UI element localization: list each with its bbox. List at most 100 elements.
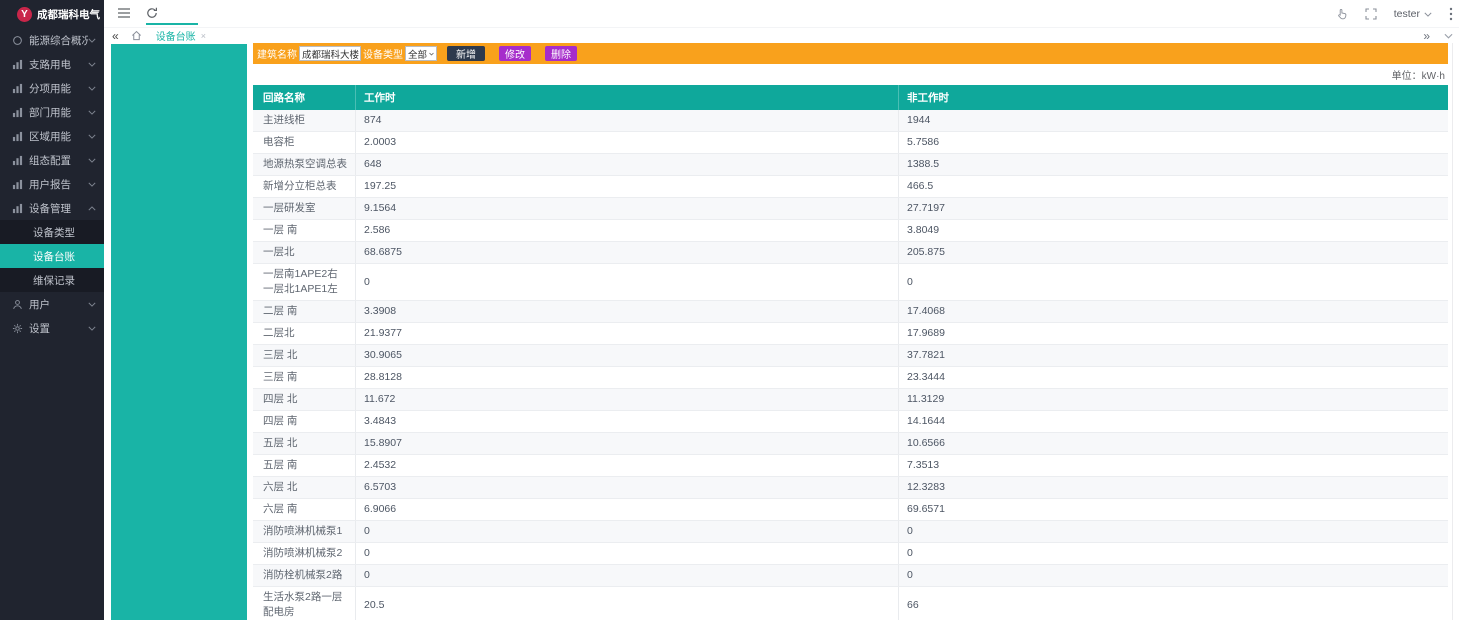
- table-row[interactable]: 二层 南 3.3908 17.4068: [253, 301, 1448, 323]
- cell-nonwork-hours: 69.6571: [898, 499, 1448, 520]
- table-row[interactable]: 二层北 21.9377 17.9689: [253, 323, 1448, 345]
- scroll-tabs-right-icon[interactable]: »: [1423, 31, 1430, 41]
- table-row[interactable]: 六层 南 6.9066 69.6571: [253, 499, 1448, 521]
- sidebar-item[interactable]: 区域用能: [0, 124, 104, 148]
- table-row[interactable]: 消防栓机械泵2路 0 0: [253, 565, 1448, 587]
- add-button[interactable]: 新增: [447, 46, 485, 61]
- sidebar-subitem-label: 设备类型: [33, 225, 75, 240]
- chevron-down-icon: [88, 158, 96, 163]
- chevron-down-icon: [88, 86, 96, 91]
- chart-icon: [12, 179, 23, 190]
- cell-nonwork-hours: 5.7586: [898, 132, 1448, 153]
- column-work-hours: 工作时: [355, 85, 898, 110]
- chevron-down-icon: [88, 326, 96, 331]
- sidebar-menu: 能源综合概况 支路用电 分项用能 部门用能 区域用能 组态配置 用户报告 设备管…: [0, 28, 104, 340]
- sidebar-subitem[interactable]: 设备类型: [0, 220, 104, 244]
- cell-nonwork-hours: 23.3444: [898, 367, 1448, 388]
- scroll-tabs-left-icon[interactable]: «: [112, 31, 119, 41]
- menu-collapse-icon[interactable]: [117, 7, 131, 19]
- table-row[interactable]: 四层 北 11.672 11.3129: [253, 389, 1448, 411]
- sidebar-item[interactable]: 部门用能: [0, 100, 104, 124]
- cell-work-hours: 15.8907: [355, 433, 898, 454]
- table-row[interactable]: 电容柜 2.0003 5.7586: [253, 132, 1448, 154]
- tab-device-ledger[interactable]: 设备台账 ×: [156, 28, 206, 43]
- fullscreen-icon[interactable]: [1365, 8, 1377, 20]
- sidebar-item-label: 能源综合概况: [29, 33, 88, 48]
- table-row[interactable]: 五层 北 15.8907 10.6566: [253, 433, 1448, 455]
- device-type-select[interactable]: 全部: [405, 46, 437, 61]
- user-icon: [12, 299, 23, 310]
- chevron-down-icon: [88, 110, 96, 115]
- close-icon[interactable]: ×: [201, 31, 206, 41]
- cell-work-hours: 197.25: [355, 176, 898, 197]
- sidebar-item[interactable]: 能源综合概况: [0, 28, 104, 52]
- sidebar-item-label: 设备管理: [29, 201, 88, 216]
- sidebar-item[interactable]: 组态配置: [0, 148, 104, 172]
- tab-options-chevron-icon[interactable]: [1444, 33, 1453, 39]
- sidebar-item-label: 设置: [29, 321, 88, 336]
- edit-button[interactable]: 修改: [499, 46, 531, 61]
- cell-work-hours: 3.4843: [355, 411, 898, 432]
- main-content: 建筑名称 成都瑞科大楼 设备类型 全部 新增 修改 删除 单位：kW·h 回路名…: [253, 43, 1448, 620]
- more-menu-icon[interactable]: [1449, 7, 1453, 21]
- chart-icon: [12, 83, 23, 94]
- sidebar-subitem-label: 设备台账: [33, 249, 75, 264]
- table-row[interactable]: 生活水泵2路一层配电房 20.5 66: [253, 587, 1448, 620]
- building-select[interactable]: 成都瑞科大楼: [299, 46, 361, 61]
- table-row[interactable]: 五层 南 2.4532 7.3513: [253, 455, 1448, 477]
- home-icon[interactable]: [131, 30, 142, 41]
- dashboard-icon: [12, 35, 23, 46]
- table-row[interactable]: 三层 南 28.8128 23.3444: [253, 367, 1448, 389]
- sidebar-subitem[interactable]: 设备台账: [0, 244, 104, 268]
- cell-circuit-name: 新增分立柜总表: [253, 176, 355, 197]
- cell-nonwork-hours: 205.875: [898, 242, 1448, 263]
- chart-icon: [12, 155, 23, 166]
- table-row[interactable]: 一层南1APE2右一层北1APE1左 0 0: [253, 264, 1448, 301]
- cell-circuit-name: 一层北: [253, 242, 355, 263]
- cell-nonwork-hours: 11.3129: [898, 389, 1448, 410]
- table-row[interactable]: 一层 南 2.586 3.8049: [253, 220, 1448, 242]
- table-row[interactable]: 四层 南 3.4843 14.1644: [253, 411, 1448, 433]
- pointer-icon[interactable]: [1336, 8, 1348, 20]
- gear-icon: [12, 323, 23, 334]
- refresh-icon[interactable]: [146, 7, 158, 19]
- top-navbar: tester: [104, 0, 1459, 28]
- sidebar-item[interactable]: 设备管理: [0, 196, 104, 220]
- table-row[interactable]: 六层 北 6.5703 12.3283: [253, 477, 1448, 499]
- cell-work-hours: 0: [355, 521, 898, 542]
- sidebar-item[interactable]: 用户报告: [0, 172, 104, 196]
- delete-button[interactable]: 删除: [545, 46, 577, 61]
- cell-circuit-name: 地源热泵空调总表: [253, 154, 355, 175]
- sidebar-item[interactable]: 分项用能: [0, 76, 104, 100]
- table-row[interactable]: 新增分立柜总表 197.25 466.5: [253, 176, 1448, 198]
- cell-circuit-name: 五层 北: [253, 433, 355, 454]
- table-row[interactable]: 消防喷淋机械泵2 0 0: [253, 543, 1448, 565]
- user-menu[interactable]: tester: [1394, 8, 1432, 20]
- right-gutter-divider: [1452, 43, 1453, 620]
- table-row[interactable]: 主进线柜 874 1944: [253, 110, 1448, 132]
- table-row[interactable]: 一层研发室 9.1564 27.7197: [253, 198, 1448, 220]
- chevron-down-icon: [88, 206, 96, 211]
- sidebar-subitem-label: 维保记录: [33, 273, 75, 288]
- cell-circuit-name: 二层 南: [253, 301, 355, 322]
- sidebar-item-label: 区域用能: [29, 129, 88, 144]
- table-row[interactable]: 一层北 68.6875 205.875: [253, 242, 1448, 264]
- table-row[interactable]: 三层 北 30.9065 37.7821: [253, 345, 1448, 367]
- sidebar-item[interactable]: 用户: [0, 292, 104, 316]
- column-circuit-name: 回路名称: [253, 85, 355, 110]
- table-row[interactable]: 消防喷淋机械泵1 0 0: [253, 521, 1448, 543]
- tab-bar: « 设备台账 × »: [104, 28, 1459, 43]
- sidebar-item-label: 用户: [29, 297, 88, 312]
- table-row[interactable]: 地源热泵空调总表 648 1388.5: [253, 154, 1448, 176]
- cell-nonwork-hours: 0: [898, 264, 1448, 300]
- sidebar-item[interactable]: 设置: [0, 316, 104, 340]
- chevron-down-icon: [88, 302, 96, 307]
- sidebar-subitem[interactable]: 维保记录: [0, 268, 104, 292]
- cell-work-hours: 0: [355, 264, 898, 300]
- sidebar-item-label: 部门用能: [29, 105, 88, 120]
- building-name-label: 建筑名称: [257, 46, 297, 61]
- cell-work-hours: 6.5703: [355, 477, 898, 498]
- sidebar-item[interactable]: 支路用电: [0, 52, 104, 76]
- cell-circuit-name: 电容柜: [253, 132, 355, 153]
- username: tester: [1394, 8, 1420, 20]
